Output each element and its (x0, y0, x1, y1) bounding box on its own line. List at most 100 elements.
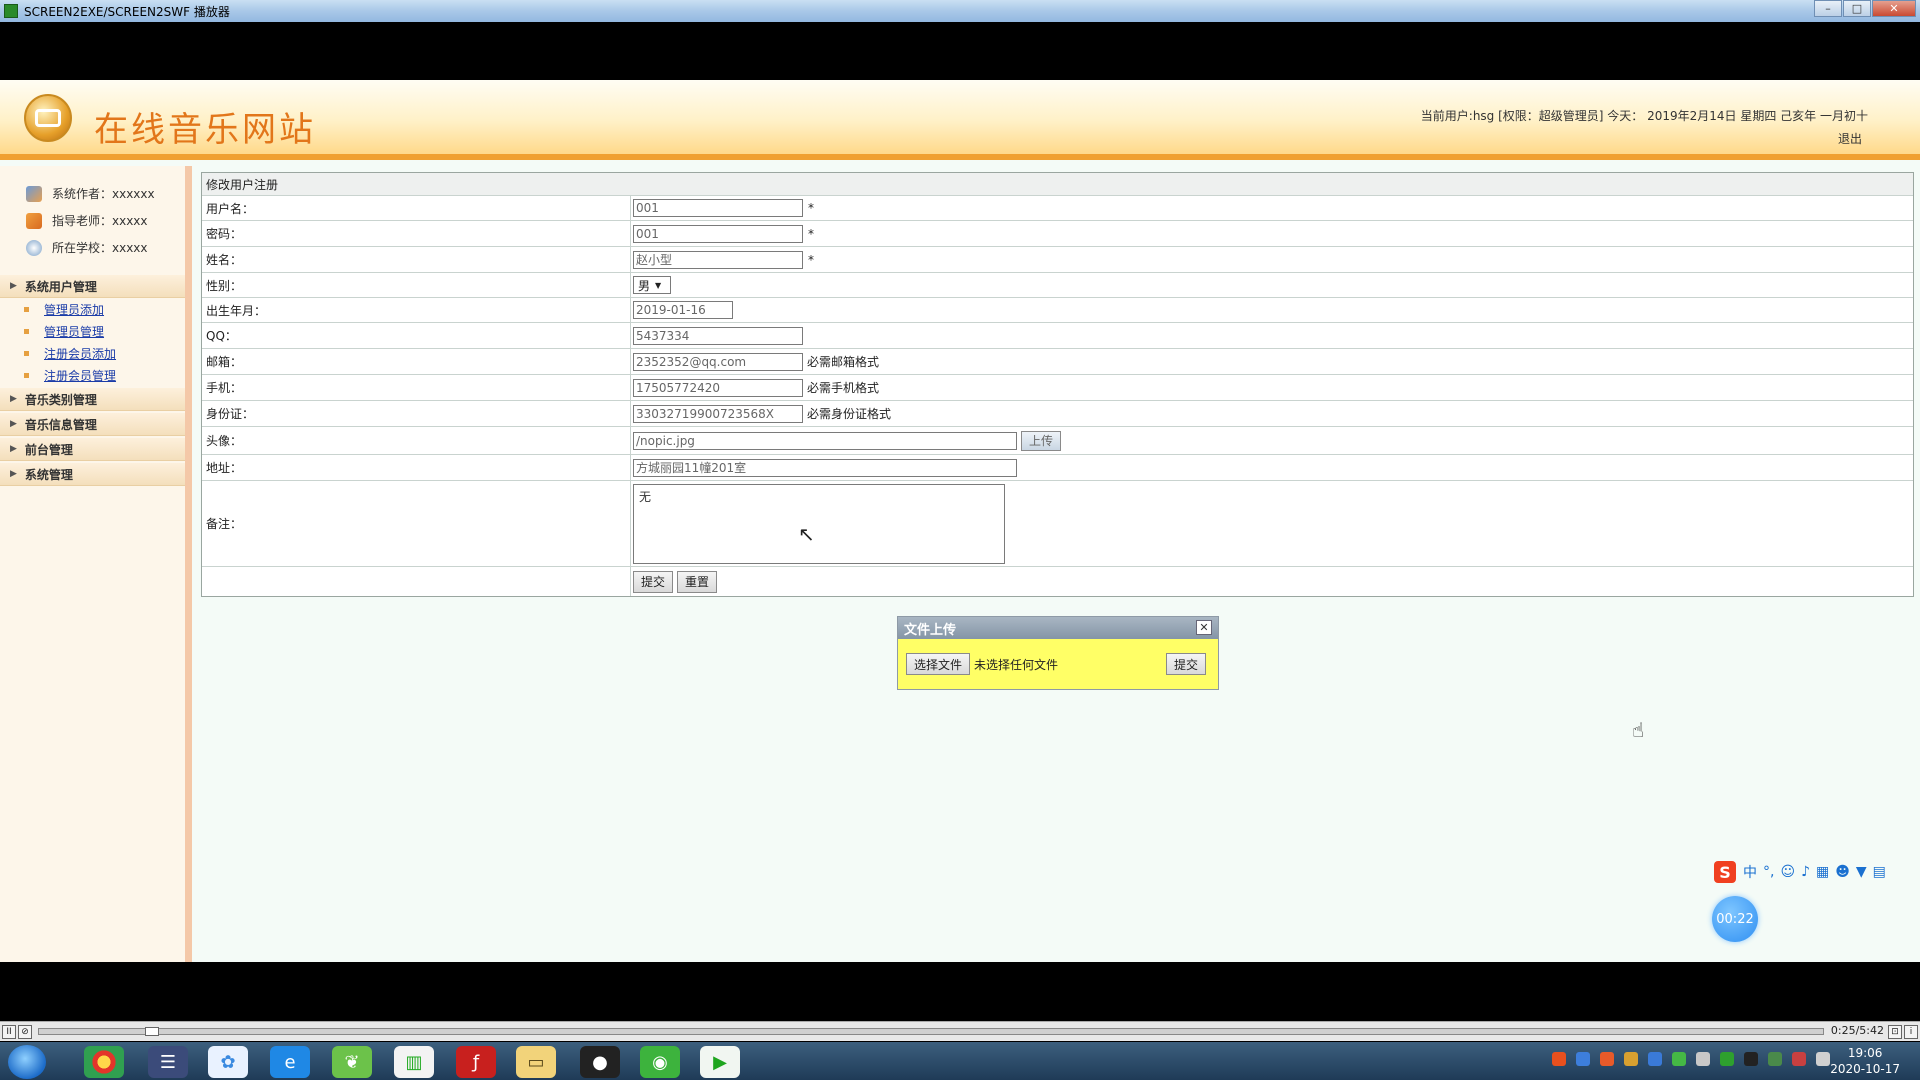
security-tray-icon[interactable] (1720, 1052, 1734, 1066)
update-tray-icon[interactable] (1600, 1052, 1614, 1066)
qq-icon[interactable]: ● (580, 1046, 620, 1078)
seek-bar[interactable] (38, 1027, 1824, 1036)
user-icon[interactable]: ☻ (1835, 864, 1850, 880)
microphone-icon[interactable]: ♪ (1801, 864, 1810, 880)
minimize-button[interactable]: – (1814, 0, 1842, 17)
chrome-icon[interactable] (84, 1046, 124, 1078)
seek-thumb[interactable] (145, 1027, 159, 1036)
username-input[interactable]: 001 (633, 199, 803, 217)
pet-tray-icon[interactable] (1624, 1052, 1638, 1066)
reset-button[interactable]: 重置 (677, 570, 718, 593)
row-password: 密码： 001 * (202, 220, 1913, 246)
fullscreen-icon[interactable]: ⊡ (1888, 1024, 1902, 1039)
chart-app-icon[interactable]: ▥ (394, 1046, 434, 1078)
punctuation-icon[interactable]: °, (1763, 864, 1774, 880)
volume-tray-icon[interactable] (1792, 1052, 1806, 1066)
qq-input[interactable]: 5437334 (633, 326, 803, 345)
browser-icon[interactable]: e (270, 1046, 310, 1078)
clock-date: 2020-10-17 (1830, 1062, 1900, 1076)
taskbar-clock[interactable]: 19:06 2020-10-17 (1830, 1045, 1900, 1077)
remark-textarea[interactable]: 无 (633, 483, 1005, 564)
sogou-tray-icon[interactable] (1552, 1052, 1566, 1066)
sidebar: 系统作者：xxxxxx 指导老师：xxxxx 所在学校：xxxxx ▶ 系统用户… (0, 166, 192, 962)
address-input[interactable]: 方城丽园11幢201室 (633, 458, 1017, 477)
player-title-bar: SCREEN2EXE/SCREEN2SWF 播放器 – □ ✕ (0, 0, 1920, 22)
app-viewport: 在线音乐网站 当前用户:hsg [权限：超级管理员] 今天： 2019年2月14… (0, 80, 1920, 962)
recording-timer[interactable]: 00:22 (1712, 896, 1758, 942)
avatar-input[interactable]: /nopic.jpg (633, 431, 1017, 450)
qq-tray-icon[interactable] (1744, 1052, 1758, 1066)
row-qq: QQ： 5437334 (202, 322, 1913, 348)
menu-system-users[interactable]: ▶ 系统用户管理 (0, 275, 185, 298)
pause-icon[interactable]: II (2, 1024, 16, 1039)
network-tray-icon[interactable] (1576, 1052, 1590, 1066)
battery-tray-icon[interactable] (1768, 1052, 1782, 1066)
submit-button[interactable]: 提交 (633, 570, 674, 593)
stop-icon[interactable]: ⊘ (18, 1024, 32, 1039)
menu-item-member-manage[interactable]: 注册会员管理 (0, 364, 185, 386)
close-icon[interactable]: ✕ (1196, 620, 1212, 635)
upload-submit-button[interactable]: 提交 (1165, 653, 1206, 675)
triangle-right-icon: ▶ (10, 469, 17, 479)
timecode: 0:25/5:42 (1830, 1024, 1884, 1037)
menu-frontend[interactable]: ▶ 前台管理 (0, 438, 185, 461)
triangle-right-icon: ▶ (10, 444, 17, 454)
row-username: 用户名： 001 * (202, 195, 1913, 220)
close-window-button[interactable]: ✕ (1872, 0, 1916, 17)
system-tray (1542, 1052, 1830, 1066)
row-address: 地址： 方城丽园11幢201室 (202, 454, 1913, 480)
file-upload-dialog: 文件上传 ✕ 选择文件 未选择任何文件 提交 (897, 616, 1219, 690)
name-input[interactable]: 赵小型 (633, 250, 803, 269)
gender-select[interactable]: 男 ▼ (633, 276, 671, 294)
site-title: 在线音乐网站 (94, 110, 316, 150)
row-avatar: 头像： /nopic.jpg 上传 (202, 426, 1913, 454)
menu-item-admin-manage[interactable]: 管理员管理 (0, 320, 185, 342)
app-icon (4, 4, 18, 18)
ime-toolbar[interactable]: S 中 °, ☺ ♪ ▦ ☻ ▼ ▤ (1714, 860, 1889, 884)
menu-music-category[interactable]: ▶ 音乐类别管理 (0, 388, 185, 411)
bullet-icon (24, 372, 29, 378)
upload-dialog-body: 选择文件 未选择任何文件 提交 (898, 639, 1218, 689)
photos-icon[interactable]: ✿ (208, 1046, 248, 1078)
window-controls: – □ ✕ (1813, 0, 1916, 18)
ime-mode-indicator[interactable]: 中 (1743, 862, 1757, 882)
explorer-icon[interactable]: ▭ (516, 1046, 556, 1078)
password-input[interactable]: 001 (633, 224, 803, 243)
logout-link[interactable]: 退出 (1838, 130, 1862, 147)
shield-tray-icon[interactable] (1648, 1052, 1662, 1066)
row-gender: 性别： 男 ▼ (202, 272, 1913, 297)
email-input[interactable]: 2352352@qq.com (633, 352, 803, 371)
eclipse-icon[interactable]: ☰ (148, 1046, 188, 1078)
choose-file-button[interactable]: 选择文件 (906, 653, 971, 675)
menu-system[interactable]: ▶ 系统管理 (0, 463, 185, 486)
pen-tray-icon[interactable] (1696, 1052, 1710, 1066)
start-button[interactable] (8, 1045, 46, 1079)
menu-music-info[interactable]: ▶ 音乐信息管理 (0, 413, 185, 436)
triangle-right-icon: ▶ (10, 281, 17, 291)
info-icon[interactable]: i (1904, 1024, 1918, 1039)
wechat-tray-icon[interactable] (1672, 1052, 1686, 1066)
mouse-pointer-icon: ↖ (798, 522, 815, 546)
menu-item-member-add[interactable]: 注册会员添加 (0, 342, 185, 364)
phone-input[interactable]: 17505772420 (633, 378, 803, 397)
display-tray-icon[interactable] (1816, 1052, 1830, 1066)
flash-icon[interactable]: ƒ (456, 1046, 496, 1078)
wechat-icon[interactable]: ◉ (640, 1046, 680, 1078)
birthday-input[interactable]: 2019-01-16 (633, 301, 733, 319)
keyboard-icon[interactable]: ▦ (1816, 864, 1829, 880)
toolbox-icon[interactable]: ▤ (1873, 864, 1886, 880)
row-name: 姓名： 赵小型 * (202, 246, 1913, 272)
emoji-icon[interactable]: ☺ (1780, 864, 1795, 880)
maximize-button[interactable]: □ (1843, 0, 1871, 17)
skin-icon[interactable]: ▼ (1856, 864, 1867, 880)
dropdown-arrow-icon: ▼ (655, 280, 662, 290)
taskbar: ☰ ✿ e ❦ ▥ ƒ ▭ ● ◉ ▶ 19:06 2020-10-17 (0, 1042, 1920, 1080)
sogou-logo-icon: S (1714, 861, 1736, 883)
idcard-input[interactable]: 330327199007235​68X (633, 404, 803, 423)
menu-item-admin-add[interactable]: 管理员添加 (0, 298, 185, 320)
upload-button[interactable]: 上传 (1021, 430, 1062, 451)
row-idcard: 身份证： 330327199007235​68X 必需身份证格式 (202, 400, 1913, 426)
leaf-app-icon[interactable]: ❦ (332, 1046, 372, 1078)
player-taskbar-icon[interactable]: ▶ (700, 1046, 740, 1078)
author-info: 系统作者：xxxxxx (0, 180, 185, 207)
